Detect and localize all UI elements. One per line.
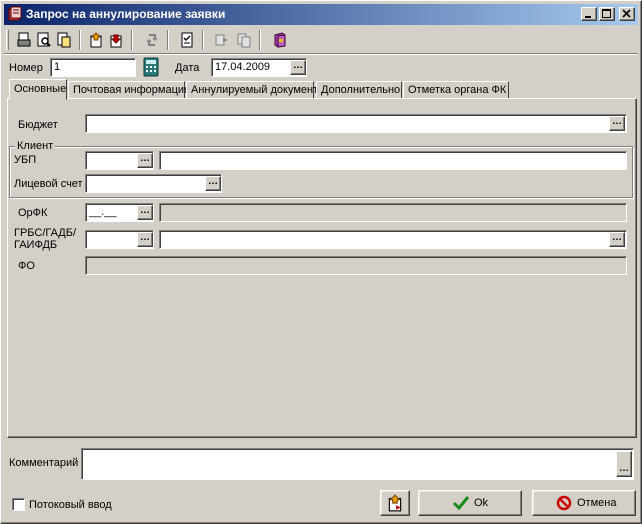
date-picker-button[interactable]: … [290, 60, 306, 75]
tab-additional[interactable]: Дополнительно [316, 81, 402, 99]
client-group-title: Клиент [15, 140, 56, 152]
copy-document-button[interactable] [54, 30, 74, 50]
print-button[interactable] [14, 30, 34, 50]
app-icon [7, 6, 23, 25]
budget-select-button[interactable]: … [609, 116, 625, 131]
cancel-button[interactable]: Отмена [532, 490, 636, 516]
download-button[interactable] [106, 30, 126, 50]
toolbar [4, 27, 638, 54]
tab-postal-info[interactable]: Почтовая информация [68, 81, 190, 99]
attach-button[interactable] [234, 30, 254, 50]
calculator-icon [143, 57, 159, 77]
preview-icon [37, 32, 51, 47]
tab-fk-mark[interactable]: Отметка органа ФК [403, 81, 509, 99]
document-up-icon [388, 494, 402, 512]
orfk-name-field [159, 203, 627, 222]
template-button[interactable] [380, 490, 410, 516]
comment-label: Комментарий [9, 457, 79, 469]
close-icon [622, 9, 631, 18]
date-label: Дата [175, 62, 200, 74]
window-title: Запрос на аннулирование заявки [26, 7, 226, 21]
grbs-label-line2: ГАИФДБ [14, 239, 58, 251]
document-down-icon [110, 34, 122, 48]
grbs-label-line1: ГРБС/ГАДБ/ [14, 227, 77, 239]
document-up-icon [90, 32, 102, 48]
checkmark-icon [452, 496, 470, 511]
refresh-button[interactable] [142, 30, 162, 50]
fo-label: ФО [18, 260, 35, 272]
calculator-button[interactable] [140, 56, 162, 78]
ubp-label: УБП [14, 154, 37, 166]
grbs-name-select-button[interactable]: … [609, 232, 625, 247]
maximize-icon [602, 9, 611, 18]
account-label: Лицевой счет [14, 178, 83, 190]
fo-field [85, 256, 627, 275]
book-button[interactable] [270, 30, 290, 50]
ubp-select-button[interactable]: … [137, 153, 153, 168]
close-button[interactable] [619, 7, 635, 21]
ubp-name-input[interactable] [159, 151, 627, 170]
account-input[interactable] [85, 174, 222, 193]
title-bar[interactable]: Запрос на аннулирование заявки [4, 4, 638, 25]
tab-main[interactable]: Основные [9, 79, 67, 100]
refresh-icon [146, 34, 158, 46]
dialog-window: Запрос на аннулирование заявки Номер 1 Д… [0, 0, 642, 524]
ok-button[interactable]: Ok [418, 490, 522, 516]
send-button[interactable] [212, 30, 232, 50]
send-icon [215, 34, 228, 46]
comment-input[interactable] [81, 448, 634, 480]
comment-select-button[interactable]: … [616, 451, 632, 477]
budget-input[interactable] [85, 114, 627, 133]
print-document-icon [17, 32, 31, 47]
grbs-select-button[interactable]: … [137, 232, 153, 247]
toolbar-grip [6, 30, 9, 50]
number-input[interactable]: 1 [50, 58, 136, 77]
maximize-button[interactable] [599, 7, 615, 21]
stream-input-label: Потоковый ввод [29, 499, 112, 511]
stream-input-checkbox[interactable] [12, 498, 25, 511]
cancel-icon [556, 495, 572, 511]
ok-label: Ok [474, 497, 489, 509]
preview-button[interactable] [34, 30, 54, 50]
upload-button[interactable] [86, 30, 106, 50]
orfk-label: ОрФК [18, 207, 48, 219]
minimize-button[interactable] [581, 7, 597, 21]
checklist-button[interactable] [177, 30, 197, 50]
number-label: Номер [9, 62, 43, 74]
attach-document-icon [237, 33, 251, 48]
book-icon [274, 32, 286, 48]
tab-cancelled-document[interactable]: Аннулируемый документ [186, 81, 318, 99]
checklist-icon [181, 32, 193, 48]
account-select-button[interactable]: … [205, 176, 221, 191]
copy-document-icon [57, 32, 71, 48]
grbs-name-input[interactable] [159, 230, 627, 249]
orfk-select-button[interactable]: … [137, 205, 153, 220]
cancel-label: Отмена [577, 497, 617, 509]
minimize-icon [585, 16, 591, 18]
budget-label: Бюджет [18, 119, 58, 131]
